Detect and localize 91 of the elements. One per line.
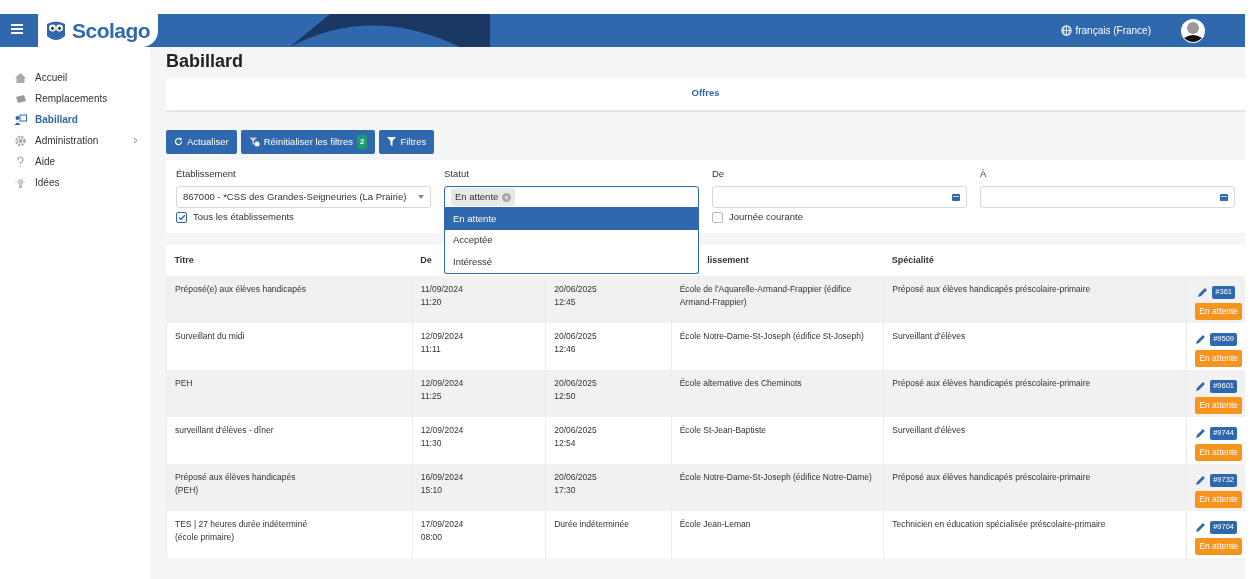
- status-badge: En attente: [1195, 303, 1243, 320]
- table-cell: 20/06/2025 12:46: [554, 331, 597, 354]
- table-cell: 20/06/2025 12:54: [554, 425, 597, 448]
- table-cell: Préposé aux élèves handicapés préscolaire-primaire: [892, 378, 1091, 389]
- table-cell: Préposé aux élèves handicapés préscolaire-primaire: [892, 284, 1091, 295]
- field-label: De: [712, 166, 726, 181]
- table-cell: École St-Jean-Baptiste: [679, 425, 767, 436]
- status-badge: En attente: [1195, 491, 1243, 508]
- status-badge: En attente: [1195, 350, 1243, 367]
- table-cell: Surveillant d'élèves: [892, 425, 966, 436]
- sidebar-item[interactable]: Aide: [14, 151, 150, 172]
- table-cell: Préposé aux élèves handicapés (PEH): [175, 472, 296, 495]
- table-cell: École alternative des Cheminots: [679, 378, 802, 389]
- table-cell: 16/09/2024 15:10: [420, 472, 464, 495]
- calendar-icon[interactable]: [952, 193, 960, 202]
- calendar-icon[interactable]: [1220, 193, 1228, 202]
- checkbox[interactable]: [712, 211, 723, 223]
- field-label: Établissement: [176, 166, 237, 181]
- table-cell: 20/06/2025 17:30: [554, 472, 597, 495]
- user-avatar[interactable]: [1181, 18, 1205, 43]
- table-cell: surveillant d'élèves - dîner: [175, 425, 274, 436]
- table-cell: 12/09/2024 11:30: [420, 425, 464, 448]
- dropdown-option[interactable]: Acceptée: [445, 229, 698, 252]
- refresh-icon: [174, 137, 183, 147]
- date-field[interactable]: [980, 186, 1235, 209]
- gear-icon: [14, 134, 27, 147]
- field-label: À: [980, 166, 988, 181]
- language-selector[interactable]: français (France): [1061, 23, 1151, 38]
- checkbox[interactable]: [176, 211, 187, 223]
- sidebar-item[interactable]: Idées: [14, 172, 150, 193]
- select-field[interactable]: 867000 - *CSS des Grandes-Seigneuries (La Prairie): [176, 186, 431, 209]
- tab[interactable]: Offres: [691, 86, 720, 101]
- dropdown-option[interactable]: En attente: [445, 208, 698, 230]
- table-cell: Préposé aux élèves handicapés préscolaire-primaire: [892, 472, 1091, 483]
- pencil-icon[interactable]: [1195, 522, 1207, 534]
- table-cell: École de l'Aquarelle-Armand-Frappier (édifice Armand-Frappier): [679, 284, 852, 307]
- status-badge: En attente: [1195, 444, 1243, 461]
- column-header: Spécialité: [891, 255, 934, 266]
- table-cell: 17/09/2024 08:00: [420, 519, 464, 542]
- brand-name: Scolago: [72, 17, 151, 44]
- table-cell: PEH: [175, 378, 193, 389]
- filters-button[interactable]: Filtres: [379, 129, 435, 154]
- sidebar-item[interactable]: Babillard: [14, 109, 150, 130]
- table-cell: 11/09/2024 11:20: [420, 284, 463, 307]
- cards-icon: [14, 92, 27, 105]
- pencil-icon[interactable]: [1197, 287, 1209, 299]
- checkbox-label: Journée courante: [729, 210, 803, 225]
- field-label: Statut: [444, 166, 470, 181]
- house-icon: [14, 71, 27, 84]
- dropdown-option[interactable]: Intéressé: [445, 251, 698, 273]
- status-badge: En attente: [1195, 397, 1243, 414]
- table-cell: 20/06/2025 12:50: [554, 378, 597, 401]
- pencil-icon[interactable]: [1195, 428, 1207, 440]
- column-header: Titre: [174, 255, 194, 266]
- table-cell: 12/09/2024 11:11: [420, 331, 464, 354]
- multiselect-field[interactable]: En attente: [444, 186, 699, 209]
- page-title: Babillard: [166, 51, 245, 73]
- count-badge: 2: [356, 134, 368, 149]
- table-cell: Surveillant du midi: [175, 331, 245, 342]
- column-header: lissement: [707, 255, 749, 266]
- menu-icon[interactable]: [10, 22, 24, 36]
- sidebar-item[interactable]: Administration: [14, 130, 150, 151]
- table-cell: École Jean-Leman: [679, 519, 751, 530]
- status-badge: En attente: [1195, 538, 1243, 555]
- table-cell: Technicien en éducation spécialisée préscolaire-primaire: [892, 519, 1106, 530]
- presenter-icon: [14, 113, 27, 126]
- dropdown-caret-icon: [418, 195, 424, 200]
- filter-reset-icon: [248, 136, 260, 147]
- table-cell: École Notre-Dame-St-Joseph (édifice St-Joseph): [679, 331, 864, 342]
- table-cell: Surveillant d'élèves: [892, 331, 966, 342]
- table-cell: TES | 27 heures durée indéterminé (école primaire): [175, 519, 308, 542]
- pencil-icon[interactable]: [1195, 475, 1207, 487]
- lightbulb-icon: [14, 176, 27, 189]
- table-cell: 20/06/2025 12:45: [554, 284, 597, 307]
- table-cell: Durée indéterminée: [554, 519, 629, 530]
- selected-tag[interactable]: En attente: [451, 187, 516, 207]
- pencil-icon[interactable]: [1195, 381, 1207, 393]
- table-cell: Préposé(e) aux élèves handicapés: [175, 284, 306, 295]
- column-header: De: [420, 255, 432, 266]
- pencil-icon[interactable]: [1195, 334, 1207, 346]
- table-cell: École Notre-Dame-St-Joseph (édifice Notre-Dame): [679, 472, 872, 483]
- date-field[interactable]: [712, 186, 967, 209]
- reset-filters-button[interactable]: Réinitialiser les filtres 2: [240, 129, 376, 154]
- checkbox-label: Tous les établissements: [193, 210, 294, 225]
- refresh-button[interactable]: Actualiser: [166, 129, 237, 154]
- globe-icon: [1061, 25, 1073, 36]
- sidebar-item[interactable]: Accueil: [14, 67, 150, 88]
- filter-icon: [387, 137, 397, 147]
- table-cell: 12/09/2024 11:25: [420, 378, 464, 401]
- sidebar-item[interactable]: Remplacements: [14, 88, 150, 109]
- question-mark-icon: [14, 155, 27, 168]
